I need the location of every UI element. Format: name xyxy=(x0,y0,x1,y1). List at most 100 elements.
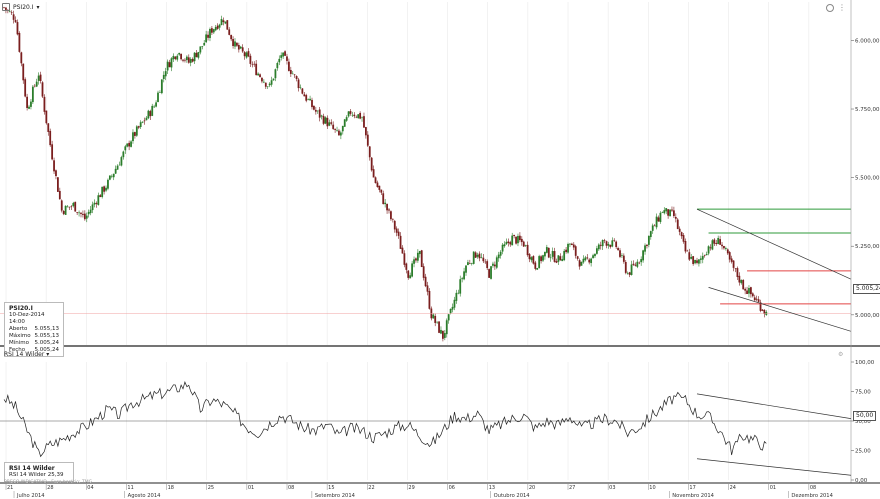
candle-body xyxy=(282,52,285,57)
candle-body xyxy=(403,253,406,265)
candle-body xyxy=(16,22,19,35)
candle-body xyxy=(582,258,585,263)
last-price-tag: 5.005,24 xyxy=(853,284,880,294)
candle-body xyxy=(401,247,404,254)
candle-body xyxy=(26,96,28,108)
candle-body xyxy=(609,244,612,248)
candle-body xyxy=(746,290,748,295)
candle-body xyxy=(155,102,157,107)
candle-body xyxy=(270,80,273,85)
candle-body xyxy=(255,63,258,76)
info-row-open: Aberto 5.055,13 xyxy=(9,326,59,333)
candle-body xyxy=(416,252,419,261)
candle-body xyxy=(343,119,346,127)
candle-body xyxy=(526,244,529,256)
rsi-title-text: RSI 14 Wilder xyxy=(4,351,45,358)
candle-body xyxy=(484,261,487,263)
day-tick-label: 22 xyxy=(368,485,374,491)
candle-body xyxy=(488,269,490,278)
candle-body xyxy=(636,261,639,267)
day-tick-label: 27 xyxy=(569,485,575,491)
candle-body xyxy=(405,263,408,270)
candle-body xyxy=(264,82,267,87)
candle-body xyxy=(530,257,533,261)
candle-body xyxy=(461,278,464,280)
day-tick-label: 10 xyxy=(649,485,655,491)
candle-body xyxy=(170,58,173,68)
candle-body xyxy=(374,177,377,184)
candle-body xyxy=(243,52,246,57)
candle-body xyxy=(584,257,587,261)
candle-body xyxy=(638,262,641,264)
month-label: Agosto 2014 xyxy=(128,493,161,499)
candle-body xyxy=(249,55,252,64)
candle-body xyxy=(195,52,198,58)
candle-body xyxy=(353,114,356,117)
clock-icon[interactable] xyxy=(826,4,834,12)
candle-body xyxy=(24,79,27,97)
candle-body xyxy=(497,254,500,259)
candle-body xyxy=(307,99,310,100)
candle-body xyxy=(49,130,52,146)
candle-body xyxy=(261,77,263,82)
candle-body xyxy=(690,256,693,259)
candle-body xyxy=(259,74,261,78)
candle-body xyxy=(751,293,754,297)
day-tick-label: 04 xyxy=(87,485,93,491)
candle-body xyxy=(707,246,710,254)
y-tick-label: 5.250,00 xyxy=(855,244,880,250)
candle-body xyxy=(642,250,644,261)
candle-body xyxy=(659,212,662,222)
candle-body xyxy=(622,255,625,262)
candle-body xyxy=(549,257,552,259)
candle-body xyxy=(411,263,413,277)
candle-body xyxy=(522,241,525,247)
day-tick-label: 25 xyxy=(208,485,214,491)
candle-body xyxy=(555,261,558,263)
candle-body xyxy=(318,109,321,118)
candle-body xyxy=(187,57,190,63)
candle-body xyxy=(644,245,646,252)
gear-icon[interactable]: ⚙ xyxy=(838,351,843,358)
candle-body xyxy=(676,219,679,229)
candle-body xyxy=(388,209,390,211)
candle-body xyxy=(347,111,350,117)
candle-body xyxy=(534,262,537,269)
candle-body xyxy=(37,75,40,81)
candle-body xyxy=(51,144,54,160)
candle-body xyxy=(651,225,654,231)
candle-body xyxy=(66,206,69,208)
candle-body xyxy=(185,56,188,61)
candle-body xyxy=(684,241,687,252)
candle-body xyxy=(139,122,142,127)
info-value: 5.055,13 xyxy=(34,326,60,332)
candle-body xyxy=(649,231,652,238)
candle-body xyxy=(28,106,30,109)
candle-body xyxy=(415,258,417,261)
candle-body xyxy=(189,58,192,63)
candle-body xyxy=(368,146,371,158)
candle-body xyxy=(673,210,675,217)
candle-body xyxy=(8,11,11,13)
candle-body xyxy=(474,252,477,258)
candle-body xyxy=(135,126,138,136)
candle-body xyxy=(542,255,544,261)
candle-body xyxy=(744,288,747,291)
candle-body xyxy=(457,292,460,294)
candle-body xyxy=(524,245,527,246)
candle-body xyxy=(295,76,298,79)
candle-body xyxy=(607,243,610,246)
candle-body xyxy=(382,193,385,205)
candle-body xyxy=(532,256,535,264)
symbol-selector[interactable]: PSI20.I ▾ xyxy=(2,3,40,11)
candle-body xyxy=(599,244,602,246)
candle-body xyxy=(634,264,637,266)
candle-body xyxy=(359,112,362,119)
candle-body xyxy=(428,290,431,309)
candle-body xyxy=(237,45,240,50)
candle-body xyxy=(10,12,13,14)
candle-body xyxy=(160,79,163,94)
candle-body xyxy=(311,99,313,108)
menu-icon[interactable]: ⋮ xyxy=(838,4,846,13)
rsi-panel-title[interactable]: RSI 14 Wilder ▾ xyxy=(4,351,49,358)
